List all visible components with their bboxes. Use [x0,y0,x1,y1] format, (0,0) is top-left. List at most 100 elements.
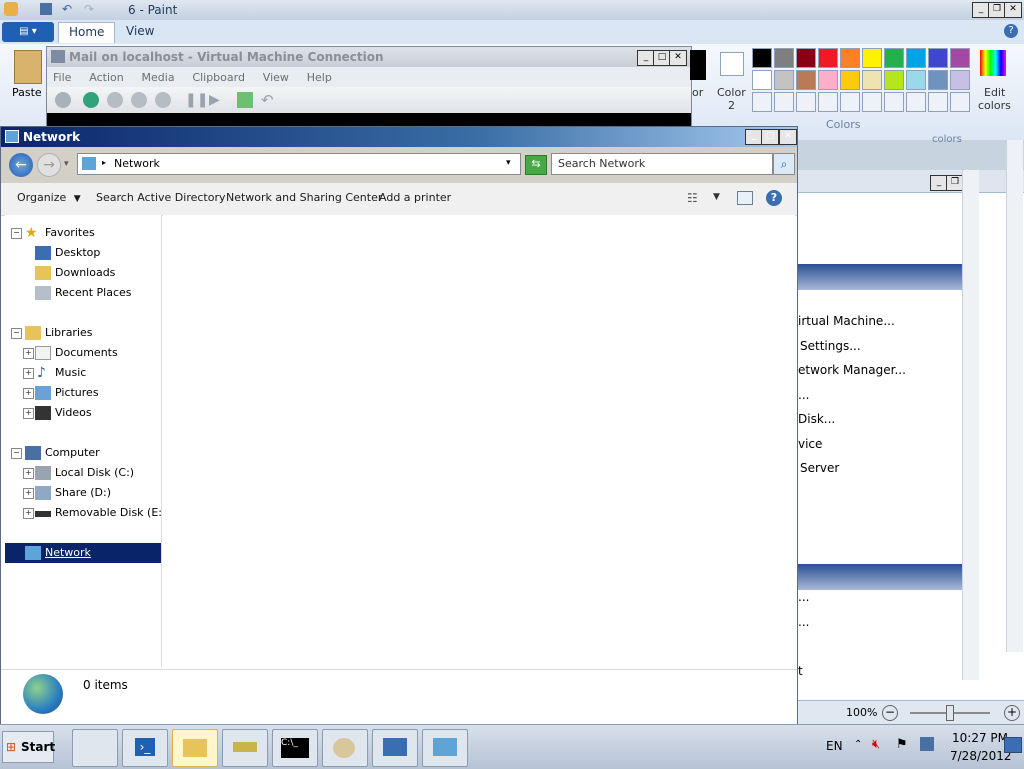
collapse-icon[interactable]: − [11,228,22,239]
tab-view[interactable]: View [116,22,164,42]
taskbar-server-manager-icon[interactable] [72,729,118,767]
collapse-icon[interactable]: − [11,448,22,459]
paint-help-icon[interactable]: ? [1004,24,1018,38]
shutdown-icon[interactable] [131,92,147,108]
palette-swatch[interactable] [906,48,926,68]
palette-swatch[interactable] [796,92,816,112]
nav-downloads[interactable]: Downloads [5,263,155,283]
vm-menu-media[interactable]: Media [142,71,175,84]
palette-swatch[interactable] [862,70,882,90]
expand-icon[interactable]: + [23,348,34,359]
taskbar-vm-connection-icon[interactable] [372,729,418,767]
palette-swatch[interactable] [774,92,794,112]
zoom-in-button[interactable]: + [1004,705,1020,721]
taskbar-paint-icon[interactable] [322,729,368,767]
vm-menu-view[interactable]: View [263,71,289,84]
network-sharing-center-button[interactable]: Network and Sharing Center [226,191,382,204]
clipboard-paste-icon[interactable] [14,50,42,84]
taskbar-hyperv-icon[interactable] [222,729,268,767]
palette-swatch[interactable] [840,70,860,90]
panel-row[interactable]: t [798,664,803,678]
expand-icon[interactable]: + [23,388,34,399]
palette-swatch[interactable] [906,70,926,90]
snapshot-icon[interactable] [237,92,253,108]
palette-swatch[interactable] [862,92,882,112]
back-button-icon[interactable]: ← [9,153,33,177]
explorer-close-button[interactable]: ✕ [779,129,797,145]
panel-row[interactable]: ... [798,590,809,604]
panel-row[interactable]: etwork Manager... [798,363,906,377]
expand-icon[interactable]: + [23,408,34,419]
tab-home[interactable]: Home [58,22,116,43]
ctrl-alt-del-icon[interactable] [55,92,71,108]
paint-file-menu-button[interactable]: ▤ ▾ [2,22,54,42]
palette-swatch[interactable] [840,48,860,68]
expand-icon[interactable]: + [23,368,34,379]
panel-row[interactable]: ... [798,388,809,402]
palette-swatch[interactable] [950,48,970,68]
resume-icon[interactable]: ▶ [209,92,223,108]
preview-pane-icon[interactable] [737,191,753,205]
nav-favorites[interactable]: − ★ Favorites [5,223,155,243]
turn-off-icon[interactable] [107,92,123,108]
nav-share[interactable]: + Share (D:) [5,483,155,503]
color1-swatch[interactable] [690,50,706,80]
panel-row[interactable]: vice [798,437,822,451]
palette-swatch[interactable] [950,70,970,90]
palette-swatch[interactable] [862,48,882,68]
palette-swatch[interactable] [906,92,926,112]
nav-recent-places[interactable]: Recent Places [5,283,155,303]
recent-pages-chevron-icon[interactable]: ▾ [64,159,69,169]
taskbar-explorer-icon[interactable] [172,729,218,767]
palette-swatch[interactable] [752,48,772,68]
search-active-directory-button[interactable]: Search Active Directory [96,191,226,204]
palette-swatch[interactable] [818,70,838,90]
nav-libraries[interactable]: − Libraries [5,323,155,343]
nav-videos[interactable]: + Videos [5,403,155,423]
collapse-icon[interactable]: − [11,328,22,339]
language-indicator[interactable]: EN [826,739,843,753]
panel-scrollbar[interactable] [962,170,979,680]
quick-save-icon[interactable] [40,3,52,15]
taskbar-powershell-icon[interactable]: ›_ [122,729,168,767]
save-state-icon[interactable] [155,92,171,108]
search-input[interactable]: Search Network [551,153,773,175]
panel-row[interactable]: ... [798,615,809,629]
palette-swatch[interactable] [752,92,772,112]
show-desktop-button[interactable] [1004,737,1022,753]
clock-date[interactable]: 7/28/2012 [950,749,1012,763]
palette-swatch[interactable] [818,92,838,112]
nav-music[interactable]: + ♪ Music [5,363,155,383]
forward-button-icon[interactable]: → [37,153,61,177]
file-list-area[interactable] [163,215,795,667]
expand-icon[interactable]: + [23,468,34,479]
paint-scrollbar[interactable] [1006,140,1023,652]
paint-close-button[interactable]: ✕ [1004,2,1022,18]
quick-redo-icon[interactable]: ↷ [84,3,96,15]
panel-row[interactable]: Settings... [800,339,861,353]
palette-swatch[interactable] [752,70,772,90]
palette-swatch[interactable] [840,92,860,112]
nav-network[interactable]: Network [5,543,161,563]
nav-computer[interactable]: − Computer [5,443,155,463]
nav-removable-disk[interactable]: + Removable Disk (E:) [5,503,166,523]
action-center-flag-icon[interactable]: ⚑ [896,737,908,752]
vm-menu-clipboard[interactable]: Clipboard [192,71,245,84]
volume-muted-icon[interactable]: 🔇︎ [872,737,880,752]
start-button[interactable]: ⊞ Start [2,731,55,763]
palette-swatch[interactable] [818,48,838,68]
edit-colors-label-1[interactable]: Edit [984,86,1005,99]
expand-icon[interactable]: + [23,488,34,499]
explorer-maximize-button[interactable]: □ [761,129,779,145]
vm-menu-file[interactable]: File [53,71,71,84]
edit-colors-icon[interactable] [980,50,1006,76]
view-options-icon[interactable]: ☷ [687,191,703,205]
color2-label[interactable]: Color [717,86,746,99]
palette-swatch[interactable] [928,70,948,90]
panel-row[interactable]: irtual Machine... [798,314,895,328]
show-hidden-icons-icon[interactable]: ⌃ [854,739,862,750]
zoom-out-button[interactable]: − [882,705,898,721]
start-icon[interactable] [83,92,99,108]
zoom-slider-thumb[interactable] [946,705,954,721]
palette-swatch[interactable] [928,48,948,68]
